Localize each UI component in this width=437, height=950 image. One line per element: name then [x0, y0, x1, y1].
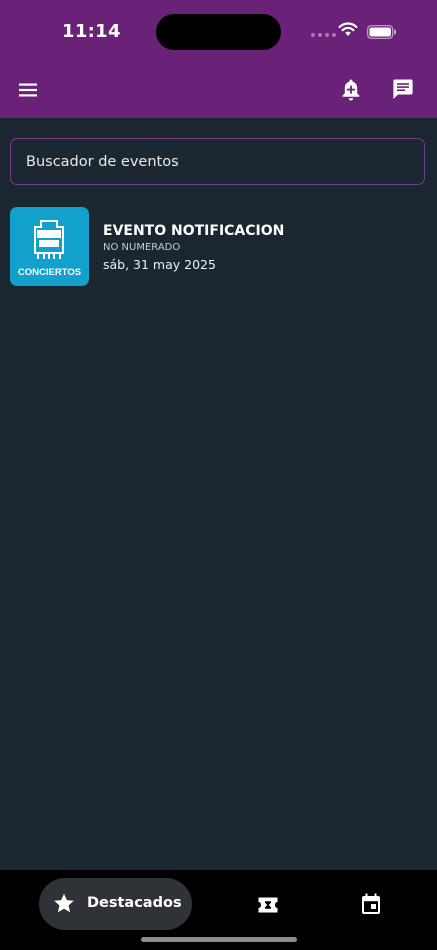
event-thumbnail: CONCIERTOS: [10, 207, 89, 286]
event-list-item[interactable]: CONCIERTOS EVENTO NOTIFICACION NO NUMERA…: [10, 207, 425, 287]
menu-icon: [19, 83, 37, 97]
ticket-icon: [258, 897, 278, 913]
nav-item-label: Destacados: [87, 895, 182, 911]
app-bar: [0, 62, 437, 118]
thumbnail-category-label: CONCIERTOS: [17, 267, 82, 278]
event-search[interactable]: [10, 138, 425, 185]
ticket-logo-icon: [34, 220, 64, 259]
status-time: 11:14: [62, 21, 121, 42]
message-icon: [393, 79, 413, 99]
notification-button[interactable]: [336, 75, 366, 105]
wifi-icon: [338, 22, 358, 36]
nav-item-destacados[interactable]: Destacados: [39, 878, 192, 930]
nav-item-calendar[interactable]: [355, 888, 387, 920]
home-indicator: [141, 937, 297, 942]
bell-plus-icon: [342, 79, 360, 101]
event-date: sáb, 31 may 2025: [103, 257, 216, 272]
messages-button[interactable]: [389, 75, 417, 103]
search-input[interactable]: [11, 139, 424, 184]
event-title: EVENTO NOTIFICACION: [103, 223, 285, 239]
menu-button[interactable]: [14, 76, 42, 104]
event-seating-type: NO NUMERADO: [103, 242, 181, 253]
cellular-signal-icon: [311, 33, 336, 37]
status-bar: 11:14: [0, 0, 437, 62]
dynamic-island: [156, 14, 281, 50]
battery-icon: [367, 25, 396, 39]
bottom-navigation: Destacados: [0, 870, 437, 950]
nav-item-tickets[interactable]: [252, 889, 284, 921]
star-icon: [54, 893, 74, 913]
calendar-icon: [362, 893, 380, 914]
